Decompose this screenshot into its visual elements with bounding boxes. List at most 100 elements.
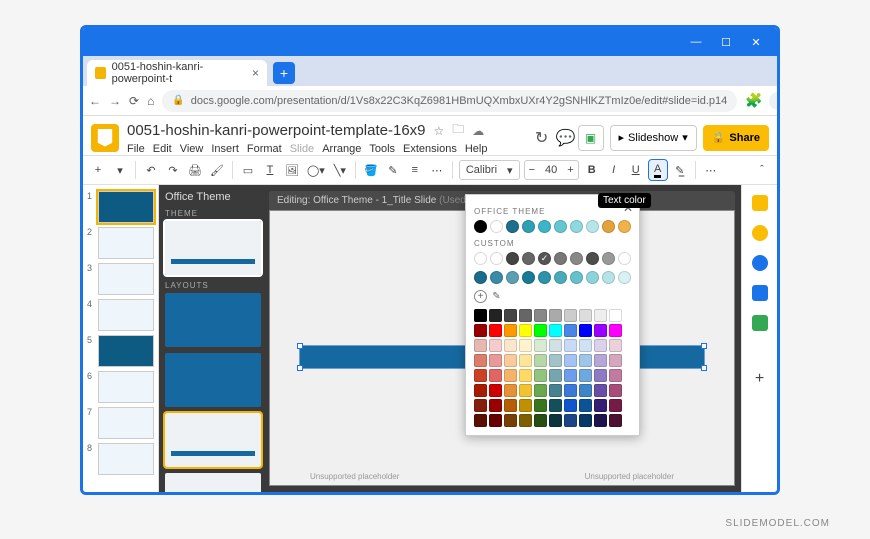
layout-thumb[interactable] <box>165 353 261 407</box>
color-swatch[interactable] <box>522 271 535 284</box>
color-swatch[interactable] <box>534 384 547 397</box>
highlight-color-button[interactable]: ✎̲ <box>671 160 689 180</box>
color-swatch[interactable] <box>602 252 615 265</box>
color-swatch[interactable] <box>534 354 547 367</box>
color-swatch[interactable] <box>554 220 567 233</box>
color-swatch[interactable] <box>538 271 551 284</box>
color-swatch[interactable] <box>570 252 583 265</box>
color-swatch[interactable] <box>579 354 592 367</box>
color-swatch[interactable] <box>522 220 535 233</box>
history-icon[interactable]: ↻ <box>534 128 550 148</box>
color-swatch[interactable] <box>594 354 607 367</box>
color-swatch[interactable] <box>594 324 607 337</box>
color-swatch[interactable] <box>504 399 517 412</box>
slideshow-button[interactable]: ▸ Slideshow ▾ <box>610 125 697 151</box>
text-color-button[interactable]: A <box>649 160 667 180</box>
doc-title[interactable]: 0051-hoshin-kanri-powerpoint-template-16… <box>127 122 426 139</box>
layout-thumb[interactable] <box>165 473 261 495</box>
border-weight-button[interactable]: ≡ <box>406 160 424 180</box>
color-swatch[interactable] <box>549 309 562 322</box>
color-swatch[interactable] <box>618 252 631 265</box>
color-swatch[interactable] <box>506 220 519 233</box>
maximize-button[interactable]: ☐ <box>711 36 741 49</box>
image-tool[interactable]: 🖼 <box>283 160 301 180</box>
color-swatch[interactable] <box>549 399 562 412</box>
underline-button[interactable]: U <box>627 160 645 180</box>
slide-thumb[interactable] <box>98 191 154 223</box>
paint-format-button[interactable]: 🖌 <box>208 160 226 180</box>
new-tab-button[interactable]: + <box>273 62 295 84</box>
color-swatch[interactable] <box>564 324 577 337</box>
calendar-icon[interactable] <box>752 195 768 211</box>
slide-thumb[interactable] <box>98 299 154 331</box>
color-swatch[interactable] <box>618 271 631 284</box>
color-swatch[interactable] <box>504 369 517 382</box>
color-swatch[interactable] <box>570 220 583 233</box>
color-swatch[interactable] <box>594 369 607 382</box>
border-dash-button[interactable]: ⋯ <box>428 160 446 180</box>
color-swatch[interactable] <box>609 309 622 322</box>
close-tab-icon[interactable]: × <box>252 66 259 80</box>
slide-thumb[interactable] <box>98 443 154 475</box>
color-swatch[interactable] <box>564 354 577 367</box>
color-swatch[interactable] <box>504 414 517 427</box>
color-swatch[interactable] <box>506 252 519 265</box>
profile-button[interactable]: Guest <box>769 92 780 110</box>
undo-button[interactable]: ↶ <box>142 160 160 180</box>
layout-thumb[interactable] <box>165 293 261 347</box>
color-swatch[interactable] <box>564 399 577 412</box>
home-icon[interactable]: ⌂ <box>147 94 154 108</box>
color-swatch[interactable] <box>549 339 562 352</box>
color-swatch[interactable] <box>586 220 599 233</box>
color-swatch[interactable] <box>594 384 607 397</box>
print-button[interactable]: 🖨 <box>186 160 204 180</box>
color-swatch[interactable] <box>504 339 517 352</box>
color-swatch[interactable] <box>519 384 532 397</box>
color-swatch[interactable] <box>519 414 532 427</box>
line-tool[interactable]: ╲▾ <box>331 160 349 180</box>
color-swatch[interactable] <box>564 369 577 382</box>
menu-view[interactable]: View <box>180 143 204 155</box>
color-swatch[interactable] <box>554 271 567 284</box>
color-swatch[interactable] <box>519 399 532 412</box>
color-swatch[interactable] <box>586 252 599 265</box>
color-swatch[interactable] <box>618 220 631 233</box>
font-size-control[interactable]: − 40 + <box>524 160 579 180</box>
move-icon[interactable]: 🗀 <box>452 120 464 141</box>
menu-arrange[interactable]: Arrange <box>322 143 361 155</box>
color-swatch[interactable] <box>609 339 622 352</box>
slide-thumb[interactable] <box>98 263 154 295</box>
redo-button[interactable]: ↷ <box>164 160 182 180</box>
theme-master-thumb[interactable] <box>165 221 261 275</box>
color-swatch[interactable] <box>489 414 502 427</box>
layout-thumb-selected[interactable] <box>165 413 261 467</box>
color-swatch[interactable] <box>489 399 502 412</box>
color-swatch[interactable] <box>594 339 607 352</box>
menu-insert[interactable]: Insert <box>211 143 239 155</box>
star-icon[interactable]: ☆ <box>434 124 445 138</box>
slide-thumb[interactable] <box>98 335 154 367</box>
menu-file[interactable]: File <box>127 143 145 155</box>
color-swatch[interactable] <box>549 324 562 337</box>
color-swatch[interactable] <box>504 384 517 397</box>
color-swatch[interactable] <box>534 324 547 337</box>
color-swatch[interactable] <box>474 271 487 284</box>
color-swatch[interactable] <box>594 414 607 427</box>
color-swatch[interactable] <box>489 339 502 352</box>
color-swatch[interactable] <box>534 414 547 427</box>
color-swatch[interactable] <box>570 271 583 284</box>
color-swatch[interactable] <box>474 384 487 397</box>
color-swatch[interactable] <box>474 354 487 367</box>
color-swatch[interactable] <box>564 339 577 352</box>
color-swatch[interactable] <box>522 252 535 265</box>
color-swatch[interactable] <box>538 220 551 233</box>
font-size[interactable]: 40 <box>539 164 563 176</box>
back-icon[interactable]: ← <box>89 94 101 108</box>
color-swatch[interactable] <box>549 354 562 367</box>
color-swatch[interactable] <box>538 252 551 265</box>
more-tools-button[interactable]: ⋯ <box>702 160 720 180</box>
maps-icon[interactable] <box>752 315 768 331</box>
color-swatch[interactable] <box>602 271 615 284</box>
add-custom-color-button[interactable]: + <box>474 290 487 303</box>
color-swatch[interactable] <box>519 369 532 382</box>
